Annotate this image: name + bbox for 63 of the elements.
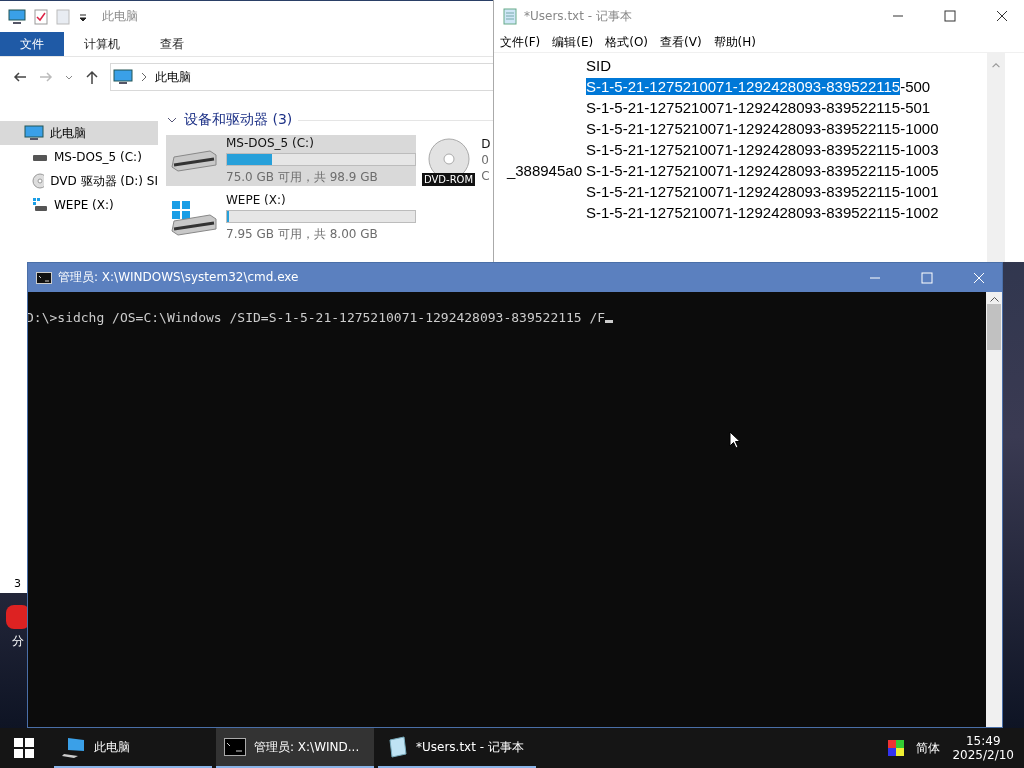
notepad-icon bbox=[502, 7, 518, 25]
taskbar-button[interactable]: 管理员: X:\WIND... bbox=[216, 728, 374, 768]
mouse-pointer-icon bbox=[729, 431, 741, 449]
windows-start-icon[interactable] bbox=[14, 738, 34, 758]
text-line: S-1-5-21-1275210071-1292428093-839522115-1000 bbox=[586, 120, 939, 137]
scrollbar[interactable] bbox=[986, 292, 1002, 727]
address-bar[interactable]: 此电脑 bbox=[110, 63, 493, 91]
text-line: S-1-5-21-1275210071-1292428093-839522115-1002 bbox=[586, 204, 939, 221]
ribbon-tab[interactable]: 计算机 bbox=[64, 32, 140, 56]
drive-info: C bbox=[481, 169, 491, 183]
scrollbar[interactable] bbox=[987, 53, 1005, 262]
drive-tile[interactable]: WEPE (X:) 7.95 GB 可用，共 8.00 GB bbox=[166, 192, 416, 243]
text-line: SID bbox=[586, 57, 611, 74]
properties-icon[interactable] bbox=[34, 8, 48, 25]
menu-item[interactable]: 文件(F) bbox=[500, 33, 541, 51]
taskbar-button[interactable]: *Users.txt - 记事本 bbox=[378, 728, 536, 768]
computer-icon bbox=[62, 736, 86, 758]
input-method-indicator[interactable]: 简体 bbox=[916, 739, 941, 757]
window-title: 此电脑 bbox=[102, 8, 138, 25]
ribbon-tab[interactable]: 查看 bbox=[140, 32, 204, 56]
drive-name: D bbox=[481, 137, 491, 151]
menu-item[interactable]: 编辑(E) bbox=[552, 33, 594, 51]
scrollbar-thumb[interactable] bbox=[987, 304, 1001, 350]
text-cursor bbox=[605, 320, 614, 323]
terminal-icon bbox=[224, 738, 246, 756]
app-icon[interactable] bbox=[6, 605, 30, 629]
drive-icon bbox=[32, 197, 48, 213]
text-line: _388945a0 bbox=[506, 162, 582, 179]
menu-item[interactable]: 格式(O) bbox=[605, 33, 649, 51]
notepad-icon bbox=[386, 736, 408, 758]
sidebar-item[interactable]: DVD 驱动器 (D:) SI bbox=[0, 169, 158, 193]
group-header[interactable]: 设备和驱动器 (3) bbox=[166, 111, 493, 129]
computer-icon bbox=[24, 125, 44, 141]
taskbar-button[interactable]: 此电脑 bbox=[54, 728, 212, 768]
desktop-icon-label[interactable]: 分 bbox=[12, 633, 24, 650]
menu-item[interactable]: 帮助(H) bbox=[713, 33, 756, 51]
up-icon[interactable] bbox=[84, 69, 100, 85]
ribbon-tab[interactable]: 文件 bbox=[0, 32, 64, 56]
status-text: 3 bbox=[14, 576, 21, 590]
dvd-rom-label: DVD-ROM bbox=[422, 173, 476, 186]
menu-item[interactable]: 查看(V) bbox=[660, 33, 702, 51]
terminal-icon bbox=[36, 271, 52, 284]
scroll-up-icon[interactable] bbox=[989, 297, 999, 302]
window-title: *Users.txt - 记事本 bbox=[524, 7, 632, 25]
color-palette-icon[interactable] bbox=[888, 740, 905, 756]
text-selection: S-1-5-21-1275210071-1292428093-839522115 bbox=[586, 78, 901, 95]
drive-info: 0 bbox=[481, 153, 490, 167]
text-line: S-1-5-21-1275210071-1292428093-839522115-1005 bbox=[586, 162, 939, 179]
sidebar-item[interactable]: 此电脑 bbox=[0, 121, 158, 145]
drive-icon bbox=[170, 149, 218, 172]
text-line: S-1-5-21-1275210071-1292428093-839522115-501 bbox=[586, 99, 931, 116]
text-line: S-1-5-21-1275210071-1292428093-839522115-1001 bbox=[586, 183, 939, 200]
sidebar-item[interactable]: WEPE (X:) bbox=[0, 193, 158, 217]
window-title: 管理员: X:\WINDOWS\system32\cmd.exe bbox=[58, 269, 299, 286]
sidebar-item[interactable]: MS-DOS_5 (C:) bbox=[0, 145, 158, 169]
drive-tile[interactable]: MS-DOS_5 (C:) 75.0 GB 可用，共 98.9 GB bbox=[166, 135, 416, 186]
chevron-icon[interactable] bbox=[141, 72, 147, 82]
computer-icon bbox=[8, 8, 26, 25]
text-line: S-1-5-21-1275210071-1292428093-839522115-1003 bbox=[586, 141, 939, 158]
computer-icon bbox=[113, 69, 133, 85]
clock[interactable]: 15:49 2025/2/10 bbox=[952, 734, 1014, 762]
text-line: S-1-5-21-1275210071-1292428093-839522115-500 bbox=[586, 78, 931, 95]
drive-icon bbox=[170, 199, 218, 236]
